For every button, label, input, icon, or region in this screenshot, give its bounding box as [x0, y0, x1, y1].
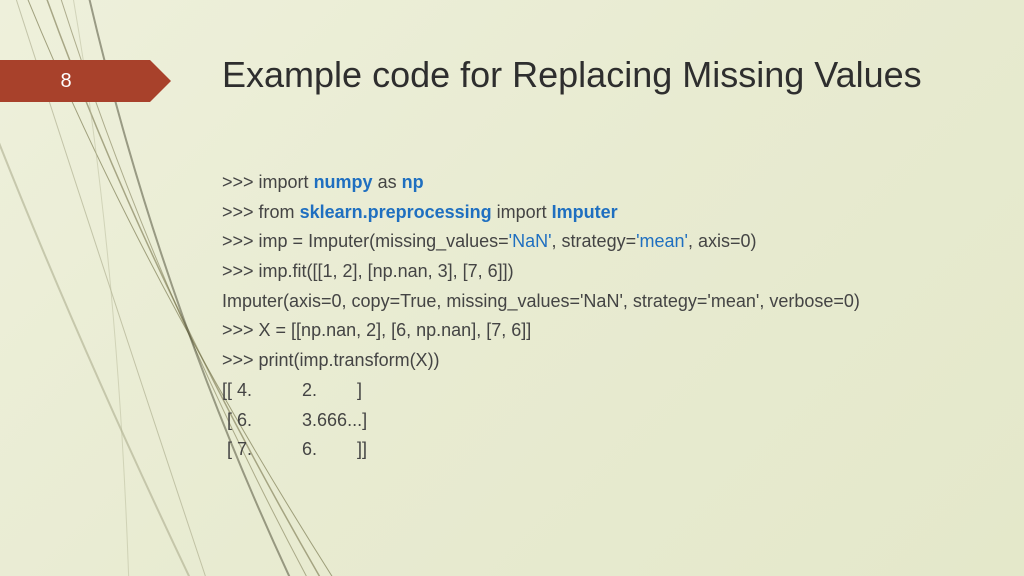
code-line: [ 7. 6. ]] — [222, 435, 982, 465]
code-line: [[ 4. 2. ] — [222, 376, 982, 406]
code-line: >>> X = [[np.nan, 2], [6, np.nan], [7, 6… — [222, 316, 982, 346]
code-line: >>> from sklearn.preprocessing import Im… — [222, 198, 982, 228]
slide-number-badge: 8 — [0, 60, 150, 102]
code-line: [ 6. 3.666...] — [222, 406, 982, 436]
code-line: Imputer(axis=0, copy=True, missing_value… — [222, 287, 982, 317]
code-line: >>> imp = Imputer(missing_values='NaN', … — [222, 227, 982, 257]
code-line: >>> print(imp.transform(X)) — [222, 346, 982, 376]
code-block: >>> import numpy as np >>> from sklearn.… — [222, 168, 982, 465]
code-line: >>> imp.fit([[1, 2], [np.nan, 3], [7, 6]… — [222, 257, 982, 287]
slide-number: 8 — [60, 70, 71, 93]
slide-title: Example code for Replacing Missing Value… — [222, 52, 962, 97]
code-line: >>> import numpy as np — [222, 168, 982, 198]
